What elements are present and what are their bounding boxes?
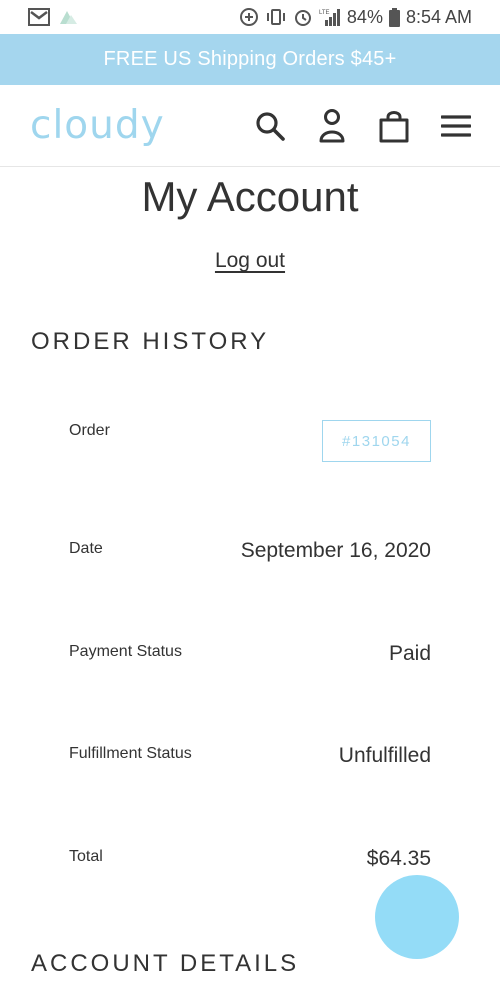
total-value: $64.35 <box>366 847 431 870</box>
site-header: cloudy <box>0 85 500 167</box>
gmail-notification-icon <box>28 8 50 26</box>
status-bar: LTE 84% 8:54 AM <box>0 0 500 34</box>
account-icon[interactable] <box>314 108 350 144</box>
app-notification-icon <box>58 9 78 25</box>
payment-status-label: Payment Status <box>69 643 182 660</box>
fulfillment-status-label: Fulfillment Status <box>69 745 192 762</box>
lte-label: LTE <box>319 10 330 16</box>
date-value: September 16, 2020 <box>240 539 431 562</box>
battery-icon <box>388 7 400 27</box>
signal-icon: LTE <box>319 7 341 27</box>
site-logo[interactable]: cloudy <box>30 103 165 148</box>
battery-percent: 84% <box>346 6 383 27</box>
logout-container: Log out <box>0 249 500 273</box>
cart-icon[interactable] <box>376 108 412 144</box>
clock: 8:54 AM <box>405 6 472 27</box>
fulfillment-status-value: Unfulfilled <box>338 744 431 767</box>
alarm-icon <box>293 7 313 27</box>
status-right: LTE 84% 8:54 AM <box>239 7 472 28</box>
promo-banner[interactable]: FREE US Shipping Orders $45+ <box>0 34 500 85</box>
vibrate-icon <box>265 8 287 26</box>
header-icons <box>252 108 474 144</box>
account-details-heading: ACCOUNT DETAILS <box>31 950 300 977</box>
page-title: My Account <box>141 173 359 220</box>
search-icon[interactable] <box>252 108 288 144</box>
date-label: Date <box>69 540 103 557</box>
menu-icon[interactable] <box>438 108 474 144</box>
promo-text: FREE US Shipping Orders $45+ <box>103 48 397 70</box>
chat-fab-button[interactable] <box>375 875 459 959</box>
data-saver-icon <box>239 7 259 27</box>
status-left <box>28 8 78 26</box>
order-label: Order <box>69 422 110 439</box>
logout-link[interactable]: Log out <box>215 249 285 272</box>
payment-status-value: Paid <box>388 642 431 665</box>
order-history-heading: ORDER HISTORY <box>31 328 270 355</box>
order-number-link[interactable]: #131054 <box>322 420 431 462</box>
total-label: Total <box>69 848 103 865</box>
